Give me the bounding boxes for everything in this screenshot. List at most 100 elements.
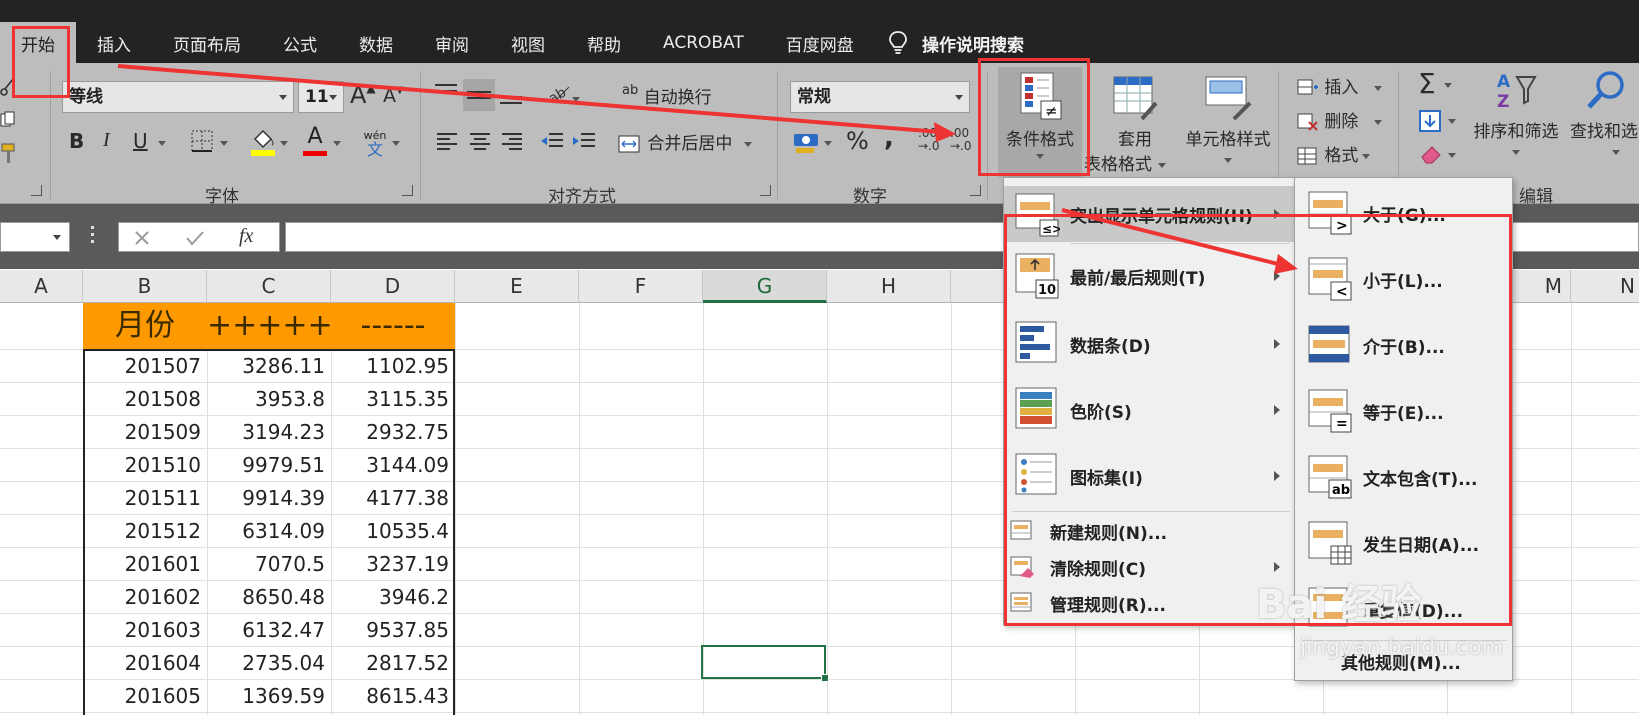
cell-month[interactable]: 201602: [83, 581, 207, 614]
merge-center-button[interactable]: 合并后居中: [618, 129, 753, 154]
cell-month[interactable]: 201510: [83, 449, 207, 482]
column-header-h[interactable]: H: [827, 270, 951, 303]
cell-plus-value[interactable]: 9914.39: [207, 482, 331, 515]
comma-button[interactable]: ,: [884, 123, 894, 153]
font-launcher[interactable]: [402, 185, 413, 196]
chevron-down-icon[interactable]: [1448, 119, 1456, 124]
wrap-text-button[interactable]: ab 自动换行: [622, 83, 712, 108]
align-center-icon[interactable]: [469, 131, 491, 153]
column-header-b[interactable]: B: [83, 270, 207, 303]
format-painter-icon[interactable]: [0, 143, 16, 165]
align-right-icon[interactable]: [501, 131, 523, 153]
cell-plus-value[interactable]: 6314.09: [207, 515, 331, 548]
column-header-d[interactable]: D: [331, 270, 455, 303]
cell-month[interactable]: 201512: [83, 515, 207, 548]
tab-review[interactable]: 审阅: [414, 22, 490, 64]
cell-minus-value[interactable]: 2932.75: [331, 416, 455, 449]
insert-cells-button[interactable]: 插入: [1297, 73, 1383, 98]
cell-minus-value[interactable]: 3946.2: [331, 581, 455, 614]
cell-plus-value[interactable]: 9979.51: [207, 449, 331, 482]
cell-minus-value[interactable]: 1102.95: [331, 350, 455, 383]
align-left-icon[interactable]: [436, 131, 458, 153]
cell-plus-value[interactable]: 3194.23: [207, 416, 331, 449]
insert-function-icon[interactable]: fx: [239, 225, 253, 248]
cell-minus-value[interactable]: 10535.4: [331, 515, 455, 548]
currency-icon[interactable]: [793, 131, 819, 155]
format-cells-button[interactable]: 格式: [1297, 141, 1371, 166]
cell-minus-value[interactable]: 8615.43: [331, 680, 455, 713]
find-select-button[interactable]: 查找和选: [1566, 69, 1639, 155]
name-box[interactable]: [0, 222, 70, 252]
percent-button[interactable]: %: [846, 127, 869, 155]
underline-button[interactable]: U: [133, 129, 148, 153]
tab-baidu-netdisk[interactable]: 百度网盘: [765, 22, 875, 64]
selected-cell[interactable]: [701, 645, 829, 682]
cell-plus-value[interactable]: 6132.47: [207, 614, 331, 647]
number-format-combo[interactable]: 常规: [790, 81, 970, 113]
italic-button[interactable]: I: [103, 129, 110, 152]
cell-minus-value[interactable]: 3144.09: [331, 449, 455, 482]
chevron-down-icon[interactable]: [824, 141, 832, 146]
grow-font-button[interactable]: A▲: [350, 81, 376, 109]
cell-minus-value[interactable]: 3237.19: [331, 548, 455, 581]
cell-month[interactable]: 201507: [83, 350, 207, 383]
decrease-decimal-button[interactable]: .00 →.0: [950, 127, 972, 153]
cell-month[interactable]: 201603: [83, 614, 207, 647]
copy-icon[interactable]: [0, 111, 16, 129]
borders-icon[interactable]: [190, 129, 214, 153]
orientation-icon[interactable]: ab: [545, 81, 573, 107]
chevron-down-icon[interactable]: [333, 141, 341, 146]
cell-month[interactable]: 201601: [83, 548, 207, 581]
header-cell-plus[interactable]: +++++: [207, 303, 333, 349]
cell-plus-value[interactable]: 7070.5: [207, 548, 331, 581]
fill-color-icon[interactable]: [250, 127, 276, 157]
tab-formulas[interactable]: 公式: [262, 22, 338, 64]
tab-page-layout[interactable]: 页面布局: [152, 22, 262, 64]
font-name-combo[interactable]: 等线: [62, 81, 294, 113]
font-color-button[interactable]: A: [302, 125, 328, 157]
bold-button[interactable]: B: [69, 129, 84, 153]
header-cell-month[interactable]: 月份: [83, 303, 207, 349]
column-header-a[interactable]: A: [0, 270, 83, 303]
cell-plus-value[interactable]: 2735.04: [207, 647, 331, 680]
clear-icon[interactable]: [1418, 143, 1444, 165]
tab-data[interactable]: 数据: [338, 22, 414, 64]
column-header-e[interactable]: E: [455, 270, 579, 303]
align-middle-icon[interactable]: [463, 79, 495, 111]
column-header-f[interactable]: F: [579, 270, 703, 303]
cell-month[interactable]: 201604: [83, 647, 207, 680]
sort-filter-button[interactable]: AZ 排序和筛选: [1466, 69, 1566, 155]
cell-month[interactable]: 201605: [83, 680, 207, 713]
autosum-button[interactable]: Σ: [1418, 67, 1452, 100]
cell-styles-button[interactable]: 单元格样式: [1168, 69, 1288, 163]
chevron-down-icon[interactable]: [1448, 153, 1456, 158]
increase-decimal-button[interactable]: .00 →.0: [918, 127, 940, 153]
font-size-combo[interactable]: 11: [298, 81, 344, 113]
formula-bar-grip[interactable]: [91, 226, 95, 246]
column-header-n[interactable]: N: [1571, 270, 1639, 303]
column-header-g[interactable]: G: [703, 270, 827, 303]
chevron-down-icon[interactable]: [280, 141, 288, 146]
cell-plus-value[interactable]: 3286.11: [207, 350, 331, 383]
tab-acrobat[interactable]: ACROBAT: [642, 22, 765, 64]
shrink-font-button[interactable]: A▼: [383, 85, 404, 107]
column-header-c[interactable]: C: [207, 270, 331, 303]
phonetic-button[interactable]: wén 文: [361, 129, 389, 158]
cell-minus-value[interactable]: 9537.85: [331, 614, 455, 647]
delete-cells-button[interactable]: 删除: [1297, 107, 1383, 132]
chevron-down-icon[interactable]: [572, 97, 580, 102]
cancel-icon[interactable]: [133, 229, 151, 247]
align-bottom-icon[interactable]: [498, 81, 524, 107]
align-top-icon[interactable]: [433, 81, 459, 107]
alignment-launcher[interactable]: [760, 185, 771, 196]
chevron-down-icon[interactable]: [392, 141, 400, 146]
tab-view[interactable]: 视图: [490, 22, 566, 64]
increase-indent-icon[interactable]: [572, 131, 596, 153]
cell-plus-value[interactable]: 8650.48: [207, 581, 331, 614]
tab-help[interactable]: 帮助: [566, 22, 642, 64]
cell-plus-value[interactable]: 1369.59: [207, 680, 331, 713]
cell-month[interactable]: 201511: [83, 482, 207, 515]
tab-insert[interactable]: 插入: [76, 22, 152, 64]
chevron-down-icon[interactable]: [220, 141, 228, 146]
cell-minus-value[interactable]: 4177.38: [331, 482, 455, 515]
